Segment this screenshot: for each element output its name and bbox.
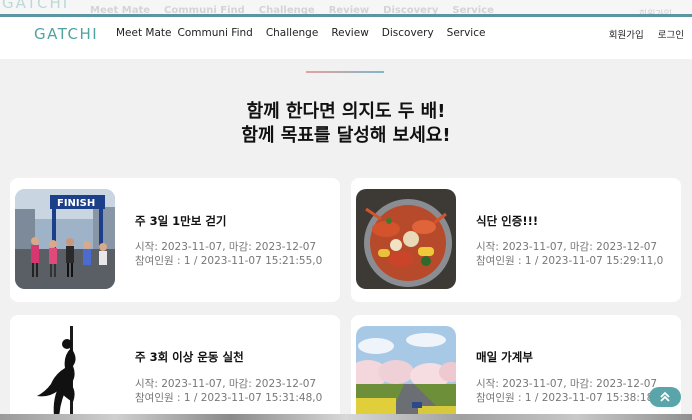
login-link[interactable]: 로그인 (658, 27, 684, 41)
challenge-card[interactable]: FINISH 주 3일 1만보 걷기 시작: 2023-11-07, 마감: 2… (10, 178, 340, 302)
card-participants: 참여인원 : 1 / 2023-11-07 15:38:18,0 (476, 392, 664, 404)
headline-line-1: 함께 한다면 의지도 두 배! (246, 101, 446, 122)
card-dates: 시작: 2023-11-07, 마감: 2023-12-07 (476, 378, 658, 390)
logo[interactable]: GATCHI (34, 25, 98, 43)
section-divider (306, 71, 384, 73)
nav-review[interactable]: Review (331, 27, 368, 39)
auth-links: 회원가입 로그인 (609, 27, 684, 41)
card-title: 주 3일 1만보 걷기 (135, 214, 227, 228)
card-participants: 참여인원 : 1 / 2023-11-07 15:31:48,0 (135, 392, 323, 404)
card-dates: 시작: 2023-11-07, 마감: 2023-12-07 (135, 241, 317, 253)
scroll-to-top-button[interactable] (649, 387, 681, 407)
double-chevron-up-icon (659, 388, 671, 407)
challenge-card[interactable]: 주 3회 이상 운동 실천 시작: 2023-11-07, 마감: 2023-1… (10, 315, 340, 420)
card-title: 식단 인증!!! (476, 214, 539, 228)
seafood-boil-photo (356, 189, 456, 289)
card-title: 매일 가계부 (476, 350, 533, 364)
pole-dance-silhouette-photo (15, 326, 115, 420)
challenge-card[interactable]: 식단 인증!!! 시작: 2023-11-07, 마감: 2023-12-07 … (351, 178, 681, 302)
nav-meet-mate[interactable]: Meet Mate (116, 27, 172, 39)
marathon-finish-photo: FINISH (15, 189, 115, 289)
header: GATCHI Meet Mate Communi Find Challenge … (0, 17, 692, 59)
card-meta: 시작: 2023-11-07, 마감: 2023-12-07 참여인원 : 1 … (135, 240, 322, 268)
nav-challenge[interactable]: Challenge (266, 27, 319, 39)
cherry-blossom-road-photo (356, 326, 456, 420)
card-meta: 시작: 2023-11-07, 마감: 2023-12-07 참여인원 : 1 … (476, 240, 663, 268)
card-meta: 시작: 2023-11-07, 마감: 2023-12-07 참여인원 : 1 … (135, 377, 322, 405)
nav-communi-find[interactable]: Communi Find (178, 27, 253, 39)
nav-service[interactable]: Service (447, 27, 486, 39)
challenge-card[interactable]: 매일 가계부 시작: 2023-11-07, 마감: 2023-12-07 참여… (351, 315, 681, 420)
page-headline: 함께 한다면 의지도 두 배! 함께 목표를 달성해 보세요! (0, 100, 692, 148)
signup-link[interactable]: 회원가입 (609, 27, 644, 41)
nav-discovery[interactable]: Discovery (382, 27, 434, 39)
next-row-preview (0, 414, 692, 420)
card-participants: 참여인원 : 1 / 2023-11-07 15:29:11,0 (476, 255, 664, 267)
card-dates: 시작: 2023-11-07, 마감: 2023-12-07 (476, 241, 658, 253)
headline-line-2: 함께 목표를 달성해 보세요! (241, 125, 451, 146)
card-title: 주 3회 이상 운동 실천 (135, 350, 244, 364)
card-dates: 시작: 2023-11-07, 마감: 2023-12-07 (135, 378, 317, 390)
ghost-logo: GATCHI (2, 0, 70, 12)
svg-text:FINISH: FINISH (57, 198, 95, 209)
card-participants: 참여인원 : 1 / 2023-11-07 15:21:55,0 (135, 255, 323, 267)
card-meta: 시작: 2023-11-07, 마감: 2023-12-07 참여인원 : 1 … (476, 377, 663, 405)
main-nav: Meet Mate Communi Find Challenge Review … (116, 27, 498, 39)
